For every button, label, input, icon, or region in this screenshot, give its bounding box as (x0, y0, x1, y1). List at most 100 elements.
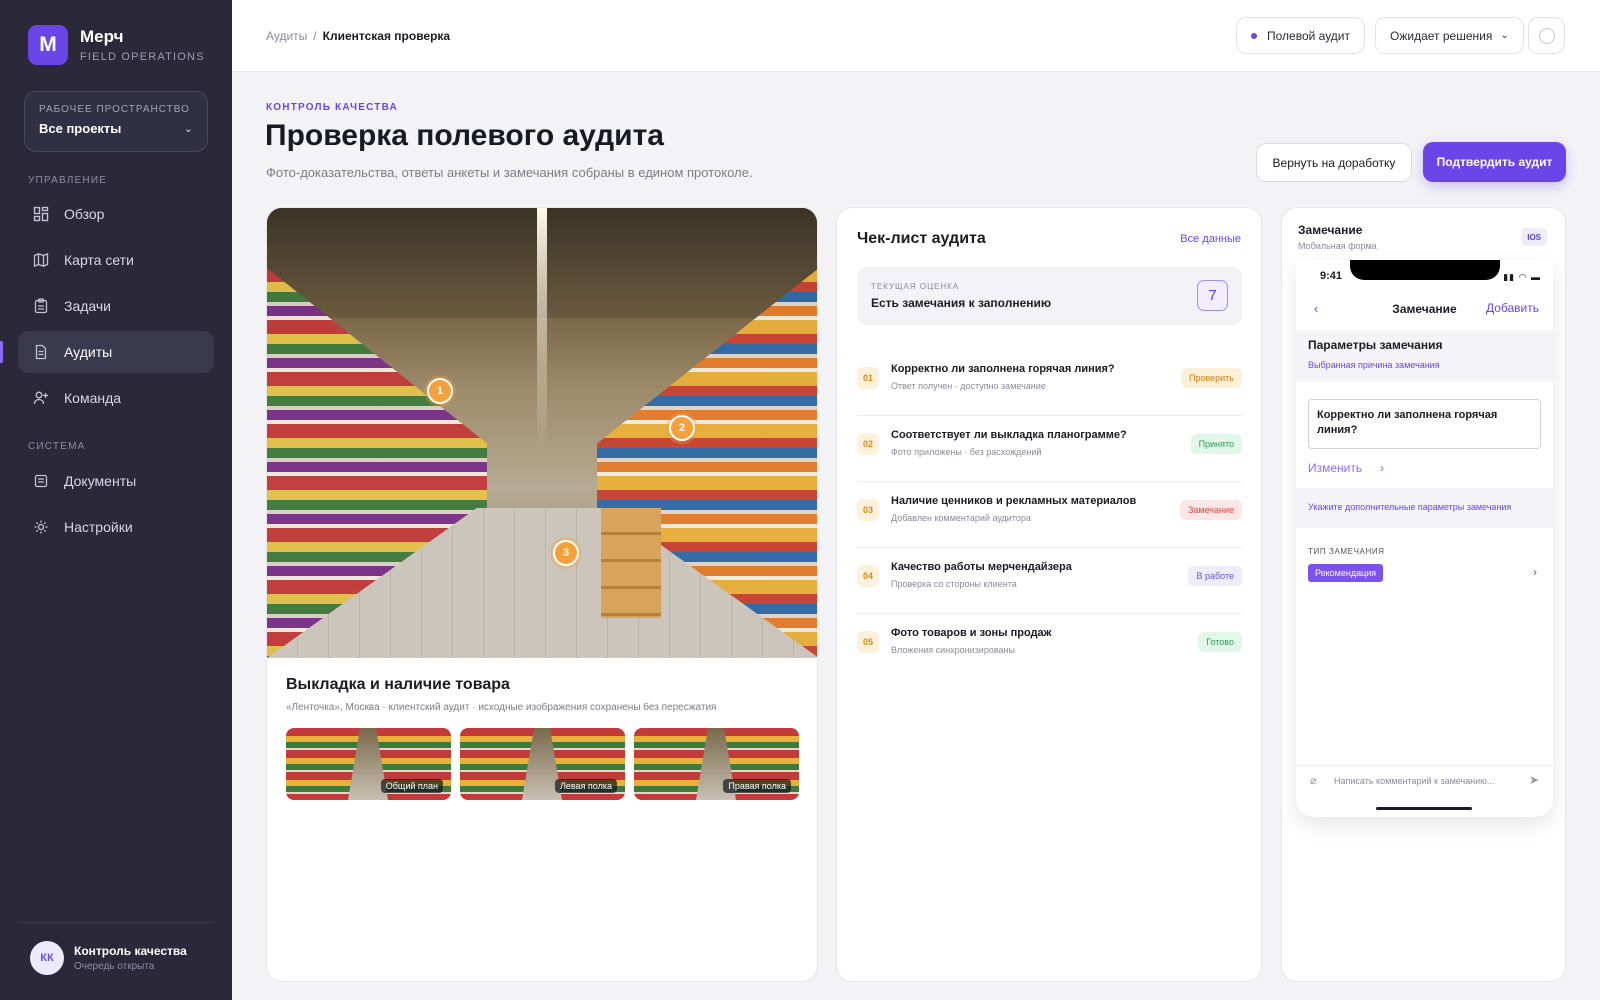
brand-name: Мерч (80, 27, 124, 46)
sidebar-item-tasks[interactable]: Задачи (18, 285, 214, 327)
photo-pin-1[interactable]: 1 (427, 378, 453, 404)
chevron-right-icon[interactable]: › (1533, 565, 1537, 579)
checklist-row[interactable]: 02 Соответствует ли выкладка планограмме… (857, 416, 1242, 482)
photo-light (537, 208, 547, 448)
profile-button[interactable] (1528, 17, 1565, 54)
brand-logo: M (28, 25, 68, 65)
status-dropdown[interactable]: Ожидает решения ⌄ (1375, 17, 1524, 54)
sidebar-item-label: Аудиты (64, 344, 113, 360)
main-photo[interactable]: 1 2 3 (267, 208, 817, 658)
photo-pin-3[interactable]: 3 (553, 540, 579, 566)
comment-input[interactable]: Написать комментарий к замечанию... (1334, 776, 1494, 786)
home-indicator (1376, 807, 1472, 810)
breadcrumb-separator: / (313, 29, 317, 43)
photo-title: Выкладка и наличие товара (286, 676, 510, 693)
row-number: 01 (857, 367, 879, 389)
page-subtitle: Фото-доказательства, ответы анкеты и зам… (266, 165, 753, 180)
score-text: Есть замечания к заполнению (871, 296, 1052, 310)
status-dropdown-label: Ожидает решения (1390, 28, 1493, 43)
phone-notch (1350, 260, 1500, 280)
map-icon (32, 251, 50, 269)
page-title: Проверка полевого аудита (265, 119, 664, 152)
phone-navbar: ‹ Замечание Добавить (1296, 296, 1553, 326)
score-label: ТЕКУЩАЯ ОЦЕНКА (871, 282, 960, 291)
audit-checklist-card: Чек-лист аудита Все данные ТЕКУЩАЯ ОЦЕНК… (836, 207, 1262, 982)
row-status-text: Добавлен комментарий аудитора (891, 513, 1031, 523)
change-link[interactable]: Изменить (1308, 461, 1362, 475)
breadcrumb-root[interactable]: Аудиты (266, 29, 307, 43)
return-for-rework-button[interactable]: Вернуть на доработку (1256, 143, 1412, 182)
thumbnail[interactable]: Левая полка (460, 728, 625, 800)
user-status: Очередь открыта (74, 961, 155, 972)
thumbnail[interactable]: Правая полка (634, 728, 799, 800)
comment-composer: ⌀ Написать комментарий к замечанию... ➤ (1296, 765, 1553, 797)
thumbnail[interactable]: Общий план (286, 728, 451, 800)
topbar: Аудиты / Клиентская проверка Полевой аудит… (232, 0, 1600, 72)
phone-time: 9:41 (1320, 270, 1343, 282)
user-name: Контроль качества (74, 944, 187, 958)
row-question: Соответствует ли выкладка планограмме? (891, 429, 1127, 441)
add-button[interactable]: Добавить (1486, 301, 1539, 315)
user-profile[interactable]: КК Контроль качества Очередь открыта (30, 941, 187, 975)
score-box: ТЕКУЩАЯ ОЦЕНКА Есть замечания к заполнен… (857, 267, 1242, 325)
workspace-value: Все проекты (39, 121, 122, 136)
workspace-selector[interactable]: РАБОЧЕЕ ПРОСТРАНСТВО Все проекты ⌄ (24, 91, 208, 152)
sidebar-item-documents[interactable]: Документы (18, 460, 214, 502)
checklist-row[interactable]: 03 Наличие ценников и рекламных материал… (857, 482, 1242, 548)
photo-evidence-card: 1 2 3 Выкладка и наличие товара «Ленточк… (266, 207, 818, 982)
circle-icon (1538, 27, 1555, 44)
sidebar-item-label: Документы (64, 473, 137, 489)
nav-section-system: СИСТЕМА (28, 441, 86, 452)
user-plus-icon (32, 389, 50, 407)
audit-type-chip[interactable]: Полевой аудит (1236, 17, 1366, 54)
breadcrumb-current: Клиентская проверка (322, 29, 451, 43)
checklist-title: Чек-лист аудита (857, 230, 986, 247)
chevron-down-icon: ⌄ (183, 123, 193, 135)
params-section: Параметры замечания Выбранная причина за… (1296, 330, 1553, 382)
send-icon[interactable]: ➤ (1529, 773, 1539, 787)
checklist-row[interactable]: 04 Качество работы мерчендайзера Проверк… (857, 548, 1242, 614)
sidebar-item-settings[interactable]: Настройки (18, 506, 214, 548)
type-label: ТИП ЗАМЕЧАНИЯ (1308, 547, 1385, 556)
checklist-row[interactable]: 05 Фото товаров и зоны продаж Вложения с… (857, 614, 1242, 680)
status-badge: Готово (1198, 632, 1242, 652)
photo-boxes (601, 508, 661, 618)
document-icon (32, 472, 50, 490)
sidebar-item-overview[interactable]: Обзор (18, 193, 214, 235)
checklist-row[interactable]: 01 Корректно ли заполнена горячая линия?… (857, 350, 1242, 416)
selected-reason-link[interactable]: Выбранная причина замечания (1308, 360, 1440, 370)
confirm-audit-button[interactable]: Подтвердить аудит (1423, 142, 1566, 182)
sidebar-item-team[interactable]: Команда (18, 377, 214, 419)
row-number: 04 (857, 565, 879, 587)
photo-pin-2[interactable]: 2 (669, 415, 695, 441)
active-indicator (0, 341, 3, 363)
avatar: КК (30, 941, 64, 975)
paperclip-icon[interactable]: ⌀ (1310, 774, 1317, 787)
photo-meta: «Ленточка», Москва · клиентский аудит · … (286, 702, 717, 713)
reason-field[interactable]: Корректно ли заполнена горячая линия? (1308, 399, 1541, 449)
score-value: 7 (1197, 280, 1228, 311)
extra-params-link: Укажите дополнительные параметры замечан… (1308, 502, 1512, 512)
extra-params-section[interactable]: Укажите дополнительные параметры замечан… (1296, 488, 1553, 528)
sidebar-item-network-map[interactable]: Карта сети (18, 239, 214, 281)
nav-section-manage: УПРАВЛЕНИЕ (28, 175, 108, 186)
type-tag[interactable]: Рекомендация (1308, 564, 1384, 582)
thumbnail-label: Общий план (380, 779, 443, 793)
sidebar-item-audits[interactable]: Аудиты (18, 331, 214, 373)
phone-mockup: 9:41 ▮▮ ◠ ▬ ‹ Замечание Добавить Парамет… (1296, 260, 1553, 817)
mobile-card-subtitle: Мобильная форма (1298, 241, 1377, 251)
status-badge: Замечание (1179, 500, 1242, 520)
params-title: Параметры замечания (1308, 338, 1443, 352)
page-eyebrow: КОНТРОЛЬ КАЧЕСТВА (266, 102, 398, 113)
row-number: 03 (857, 499, 879, 521)
audit-icon (32, 343, 50, 361)
sidebar-item-label: Настройки (64, 519, 133, 535)
row-status-text: Вложения синхронизированы (891, 645, 1015, 655)
clipboard-icon (32, 297, 50, 315)
brand[interactable]: M Мерч FIELD OPERATIONS (28, 25, 205, 65)
all-data-link[interactable]: Все данные (1180, 233, 1241, 245)
gear-icon (32, 518, 50, 536)
workspace-label: РАБОЧЕЕ ПРОСТРАНСТВО (39, 104, 190, 115)
row-question: Качество работы мерчендайзера (891, 561, 1072, 573)
chevron-down-icon: ⌄ (1500, 30, 1509, 41)
